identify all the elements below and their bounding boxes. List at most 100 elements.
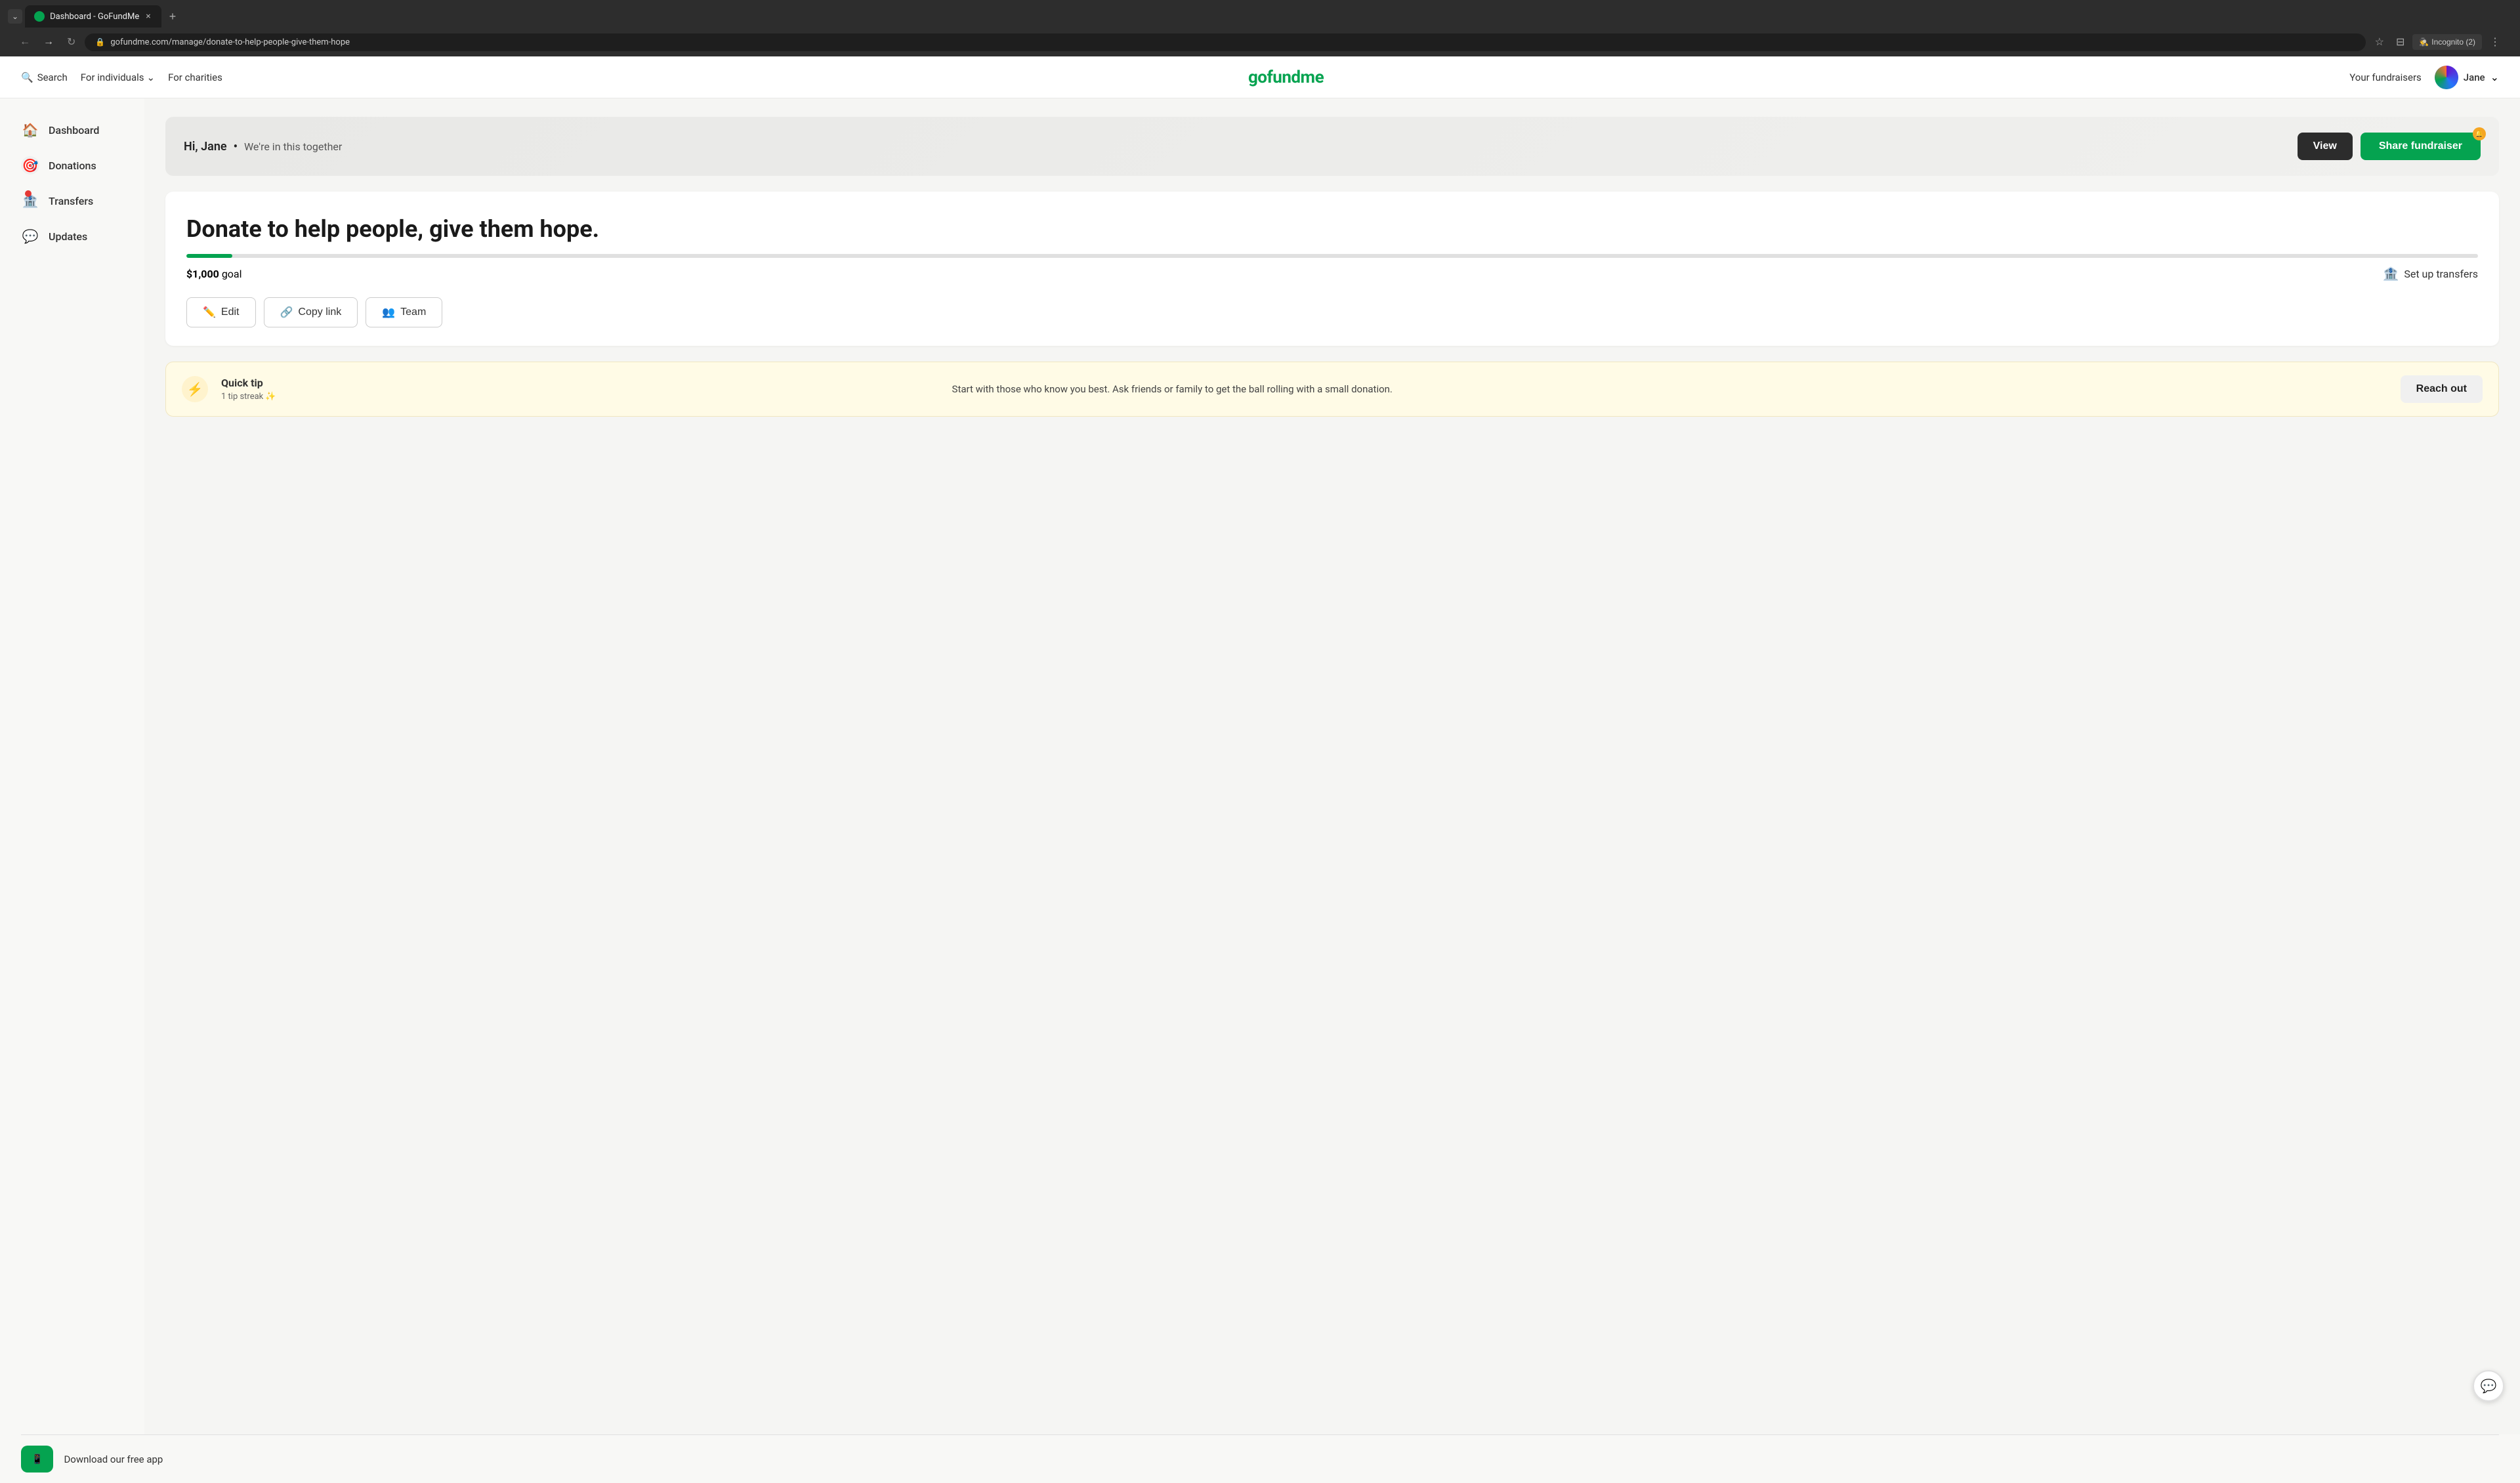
reach-out-button[interactable]: Reach out [2401,375,2483,403]
sidebar-item-donations[interactable]: 🎯 Donations [5,148,139,182]
sidebar: 🏠 Dashboard 🎯 Donations 🏦 Transfers 💬 Up… [0,98,144,1434]
browser-toolbar: ← → ↻ 🔒 gofundme.com/manage/donate-to-he… [8,28,2512,56]
sidebar-label-donations: Donations [49,159,96,172]
sidebar-item-updates[interactable]: 💬 Updates [5,219,139,253]
avatar [2435,66,2458,89]
toolbar-actions: ☆ ⊟ 🕵️ Incognito (2) ⋮ [2371,33,2504,51]
main-content: Hi, Jane • We're in this together View S… [144,98,2520,1434]
lock-icon: 🔒 [95,37,105,47]
action-buttons: ✏️ Edit 🔗 Copy link 👥 Team [186,297,2478,327]
search-label: Search [37,72,68,83]
fundraiser-header-card: Hi, Jane • We're in this together View S… [165,117,2499,176]
home-icon: 🏠 [21,121,39,139]
fundraiser-title: Donate to help people, give them hope. [186,215,2478,243]
search-icon: 🔍 [21,72,33,83]
lightning-icon: ⚡ [182,376,208,402]
download-app-button[interactable]: 📱 [21,1446,53,1473]
team-icon: 👥 [382,306,395,319]
your-fundraisers-link[interactable]: Your fundraisers [2349,72,2422,83]
for-individuals-link[interactable]: For individuals ⌄ [81,72,155,83]
tab-title: Dashboard - GoFundMe [50,12,139,22]
new-tab-button[interactable]: + [164,7,182,26]
donations-icon: 🎯 [21,156,39,175]
share-fundraiser-button[interactable]: Share fundraiser 🔔 [2361,133,2481,160]
tab-favicon [34,11,45,22]
team-label: Team [400,306,426,318]
goal-row: $1,000 goal 🏦 Set up transfers [186,266,2478,282]
user-menu[interactable]: Jane ⌄ [2435,66,2499,89]
active-browser-tab[interactable]: Dashboard - GoFundMe × [25,5,161,28]
chat-support-button[interactable]: 💬 [2473,1370,2504,1402]
refresh-button[interactable]: ↻ [63,33,79,51]
share-label: Share fundraiser [2379,140,2462,152]
back-button[interactable]: ← [16,33,34,51]
for-individuals-chevron-icon: ⌄ [147,72,156,83]
chat-icon: 💬 [2481,1378,2497,1394]
download-app-text: Download our free app [64,1453,163,1465]
edit-label: Edit [221,306,240,318]
url-text: gofundme.com/manage/donate-to-help-peopl… [110,37,2355,47]
sidebar-label-transfers: Transfers [49,195,93,207]
streak-label: 1 tip streak [221,392,263,402]
incognito-icon: 🕵️ [2419,37,2429,47]
sidebar-item-transfers[interactable]: 🏦 Transfers [5,184,139,218]
goal-text: $1,000 goal [186,268,242,280]
edit-button[interactable]: ✏️ Edit [186,297,256,327]
quick-tip-title: Quick tip [221,377,939,389]
sidebar-label-dashboard: Dashboard [49,124,99,136]
gofundme-logo[interactable]: gofundme [1248,68,1324,87]
quick-tip-text: Start with those who know you best. Ask … [952,382,2387,397]
bank-icon: 🏦 [2382,266,2399,282]
greeting-section: Hi, Jane • We're in this together [184,140,342,154]
quick-tip-section: ⚡ Quick tip 1 tip streak ✨ Start with th… [165,362,2499,417]
footer-area: 📱 Download our free app [0,1435,2520,1483]
incognito-label: Incognito (2) [2431,37,2475,47]
page-header: 🔍 Search For individuals ⌄ For charities… [0,56,2520,98]
view-button[interactable]: View [2298,133,2353,160]
address-bar[interactable]: 🔒 gofundme.com/manage/donate-to-help-peo… [85,33,2365,51]
sidebar-label-updates: Updates [49,230,87,243]
sidebar-toggle-button[interactable]: ⊟ [2392,33,2408,51]
progress-bar-container [186,254,2478,258]
streak-icon: ✨ [265,392,276,402]
setup-transfers-link[interactable]: 🏦 Set up transfers [2382,266,2478,282]
goal-amount: $1,000 [186,268,219,280]
greeting-separator: • [234,140,238,154]
browser-tabs: ⌄ Dashboard - GoFundMe × + [8,5,2512,28]
app-icon: 📱 [32,1453,43,1465]
transfers-badge-dot [25,190,32,197]
fundraiser-card: Donate to help people, give them hope. $… [165,192,2499,346]
sidebar-item-dashboard[interactable]: 🏠 Dashboard [5,113,139,147]
incognito-button[interactable]: 🕵️ Incognito (2) [2412,34,2482,50]
updates-icon: 💬 [21,227,39,245]
menu-button[interactable]: ⋮ [2486,33,2504,51]
copy-link-button[interactable]: 🔗 Copy link [264,297,358,327]
header-buttons: View Share fundraiser 🔔 [2298,133,2481,160]
tab-close-button[interactable]: × [144,10,152,22]
page-content: 🏠 Dashboard 🎯 Donations 🏦 Transfers 💬 Up… [0,98,2520,1434]
for-charities-link[interactable]: For charities [168,72,222,83]
setup-transfers-label: Set up transfers [2404,268,2478,280]
copy-link-icon: 🔗 [280,306,293,319]
bookmark-button[interactable]: ☆ [2371,33,2388,51]
quick-tip-streak: 1 tip streak ✨ [221,392,939,402]
progress-bar-background [186,254,2478,258]
goal-label: goal [222,268,242,280]
tab-switcher[interactable]: ⌄ [8,9,22,24]
header-right: Your fundraisers Jane ⌄ [2349,66,2499,89]
share-badge: 🔔 [2473,127,2486,140]
search-link[interactable]: 🔍 Search [21,72,68,83]
progress-bar-fill [186,254,232,258]
user-menu-chevron-icon: ⌄ [2490,71,2499,83]
team-button[interactable]: 👥 Team [366,297,442,327]
streak-badge: 1 tip streak ✨ [221,392,276,402]
edit-icon: ✏️ [203,306,216,319]
user-name: Jane [2464,72,2485,83]
browser-chrome: ⌄ Dashboard - GoFundMe × + ← → ↻ 🔒 gofun… [0,0,2520,56]
avatar-image [2435,66,2458,89]
logo-center: gofundme [238,68,2334,87]
forward-button[interactable]: → [39,33,58,51]
quick-tip-content: Quick tip 1 tip streak ✨ [221,377,939,402]
copy-link-label: Copy link [298,306,341,318]
greeting-text: Hi, Jane [184,140,227,154]
